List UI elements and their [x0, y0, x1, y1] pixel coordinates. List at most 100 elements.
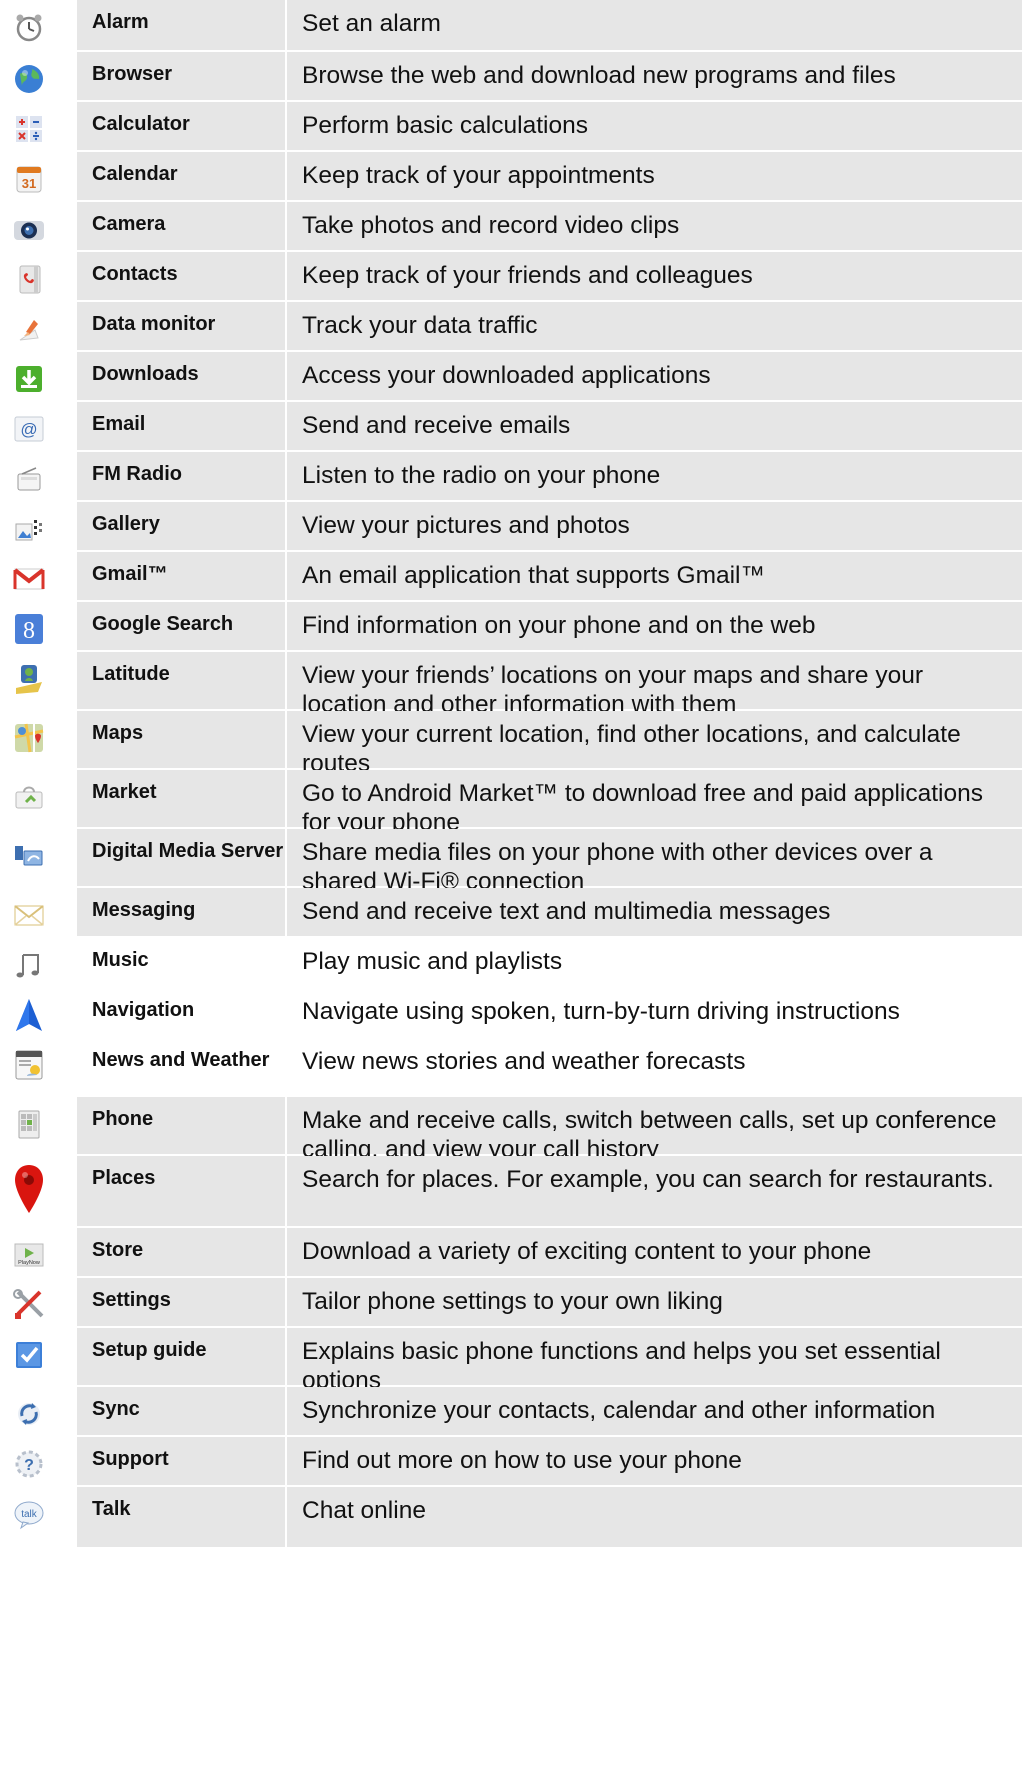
app-row: 31 Calendar Keep track of your appointment… — [0, 152, 1022, 200]
app-description: Listen to the radio on your phone — [287, 452, 1022, 500]
app-name: Latitude — [77, 652, 285, 709]
talk-icon-text: talk — [21, 1509, 38, 1520]
app-description: Perform basic calculations — [287, 102, 1022, 150]
app-name: Settings — [77, 1278, 285, 1326]
app-name: FM Radio — [77, 452, 285, 500]
icon-cell — [0, 102, 75, 150]
app-name: Gmail™ — [77, 552, 285, 600]
data-monitor-icon — [12, 312, 46, 346]
app-name: Store — [77, 1228, 285, 1276]
app-row: Latitude View your friends’ locations on … — [0, 652, 1022, 718]
app-name: Places — [77, 1156, 285, 1226]
app-row: Gallery View your pictures and photos — [0, 502, 1022, 550]
app-row: talk Talk Chat online — [0, 1487, 1022, 1547]
app-name: Navigation — [77, 988, 285, 1036]
app-name: Setup guide — [77, 1328, 285, 1385]
talk-bubble-icon: talk — [12, 1497, 46, 1531]
google-search-icon: 8 — [12, 612, 46, 646]
media-server-icon — [12, 839, 46, 873]
gallery-icon — [12, 512, 46, 546]
app-row: Maps View your current location, find oth… — [0, 711, 1022, 777]
maps-icon — [12, 721, 46, 755]
app-description: Tailor phone settings to your own liking — [287, 1278, 1022, 1326]
app-name: Messaging — [77, 888, 285, 936]
icon-cell: 8 — [0, 602, 75, 650]
app-description: Access your downloaded applications — [287, 352, 1022, 400]
app-row: Digital Media Server Share media files on… — [0, 829, 1022, 895]
app-name: Calendar — [77, 152, 285, 200]
icon-cell — [0, 1387, 75, 1435]
app-name: Email — [77, 402, 285, 450]
app-description: Find out more on how to use your phone — [287, 1437, 1022, 1485]
support-gear-icon: ? — [12, 1447, 46, 1481]
app-description: Take photos and record video clips — [287, 202, 1022, 250]
app-description: Make and receive calls, switch between c… — [287, 1097, 1022, 1163]
app-description: Download a variety of exciting content t… — [287, 1228, 1022, 1276]
icon-cell — [0, 829, 75, 886]
calculator-icon — [12, 112, 46, 146]
app-row: Gmail™ An email application that supports… — [0, 552, 1022, 600]
globe-icon — [12, 62, 46, 96]
contacts-book-icon — [12, 262, 46, 296]
app-row: Navigation Navigate using spoken, turn-by… — [0, 988, 1022, 1036]
app-name: News and Weather — [77, 1038, 285, 1095]
app-row: Places Search for places. For example, yo… — [0, 1156, 1022, 1226]
app-name: Alarm — [77, 0, 285, 50]
app-row: News and Weather View news stories and we… — [0, 1038, 1022, 1095]
app-row: Data monitor Track your data traffic — [0, 302, 1022, 350]
app-row: Messaging Send and receive text and multi… — [0, 888, 1022, 936]
icon-cell — [0, 988, 75, 1036]
app-description: Share media files on your phone with oth… — [287, 829, 1022, 895]
icon-cell — [0, 1038, 75, 1095]
app-description: Send and receive text and multimedia mes… — [287, 888, 1022, 936]
navigation-arrow-icon — [12, 998, 46, 1032]
app-description: Chat online — [287, 1487, 1022, 1547]
calendar-icon: 31 — [12, 162, 46, 196]
app-description: Explains basic phone functions and helps… — [287, 1328, 1022, 1394]
app-description: Set an alarm — [287, 0, 1022, 50]
phone-keypad-icon — [12, 1107, 46, 1141]
app-row: Downloads Access your downloaded applicat… — [0, 352, 1022, 400]
app-description: Track your data traffic — [287, 302, 1022, 350]
app-name: Browser — [77, 52, 285, 100]
icon-cell — [0, 770, 75, 827]
app-name: Digital Media Server — [77, 829, 285, 886]
app-description: An email application that supports Gmail… — [287, 552, 1022, 600]
icon-cell — [0, 652, 75, 709]
sync-icon — [12, 1397, 46, 1431]
app-row: Settings Tailor phone settings to your ow… — [0, 1278, 1022, 1326]
app-row: Calculator Perform basic calculations — [0, 102, 1022, 150]
icon-cell — [0, 352, 75, 400]
app-row: Browser Browse the web and download new p… — [0, 52, 1022, 100]
svg-text:@: @ — [20, 420, 37, 439]
app-name: Maps — [77, 711, 285, 768]
icon-cell — [0, 1097, 75, 1154]
app-name: Talk — [77, 1487, 285, 1547]
icon-cell — [0, 552, 75, 600]
app-row: Setup guide Explains basic phone function… — [0, 1328, 1022, 1394]
app-name: Support — [77, 1437, 285, 1485]
envelope-icon — [12, 898, 46, 932]
apps-table: Alarm Set an alarm Browser Browse the web a… — [0, 0, 1022, 1547]
radio-icon — [12, 462, 46, 496]
app-description: View your friends’ locations on your map… — [287, 652, 1022, 718]
app-row: @ Email Send and receive emails — [0, 402, 1022, 450]
checkbox-icon — [12, 1338, 46, 1372]
google-icon-text: 8 — [23, 618, 35, 644]
app-row: Camera Take photos and record video clips — [0, 202, 1022, 250]
app-row: ? Support Find out more on how to use your… — [0, 1437, 1022, 1485]
icon-cell: talk — [0, 1487, 75, 1547]
icon-cell: @ — [0, 402, 75, 450]
app-description: Navigate using spoken, turn-by-turn driv… — [287, 988, 1022, 1036]
icon-cell — [0, 0, 75, 50]
icon-cell — [0, 1156, 75, 1226]
store-icon-text: PlayNow — [18, 1260, 40, 1266]
icon-cell — [0, 1328, 75, 1385]
app-name: Contacts — [77, 252, 285, 300]
app-row: Market Go to Android Market™ to download … — [0, 770, 1022, 836]
app-row: Contacts Keep track of your friends and c… — [0, 252, 1022, 300]
icon-cell: ? — [0, 1437, 75, 1485]
icon-cell — [0, 711, 75, 768]
app-description: Keep track of your appointments — [287, 152, 1022, 200]
gmail-envelope-icon — [12, 562, 46, 596]
